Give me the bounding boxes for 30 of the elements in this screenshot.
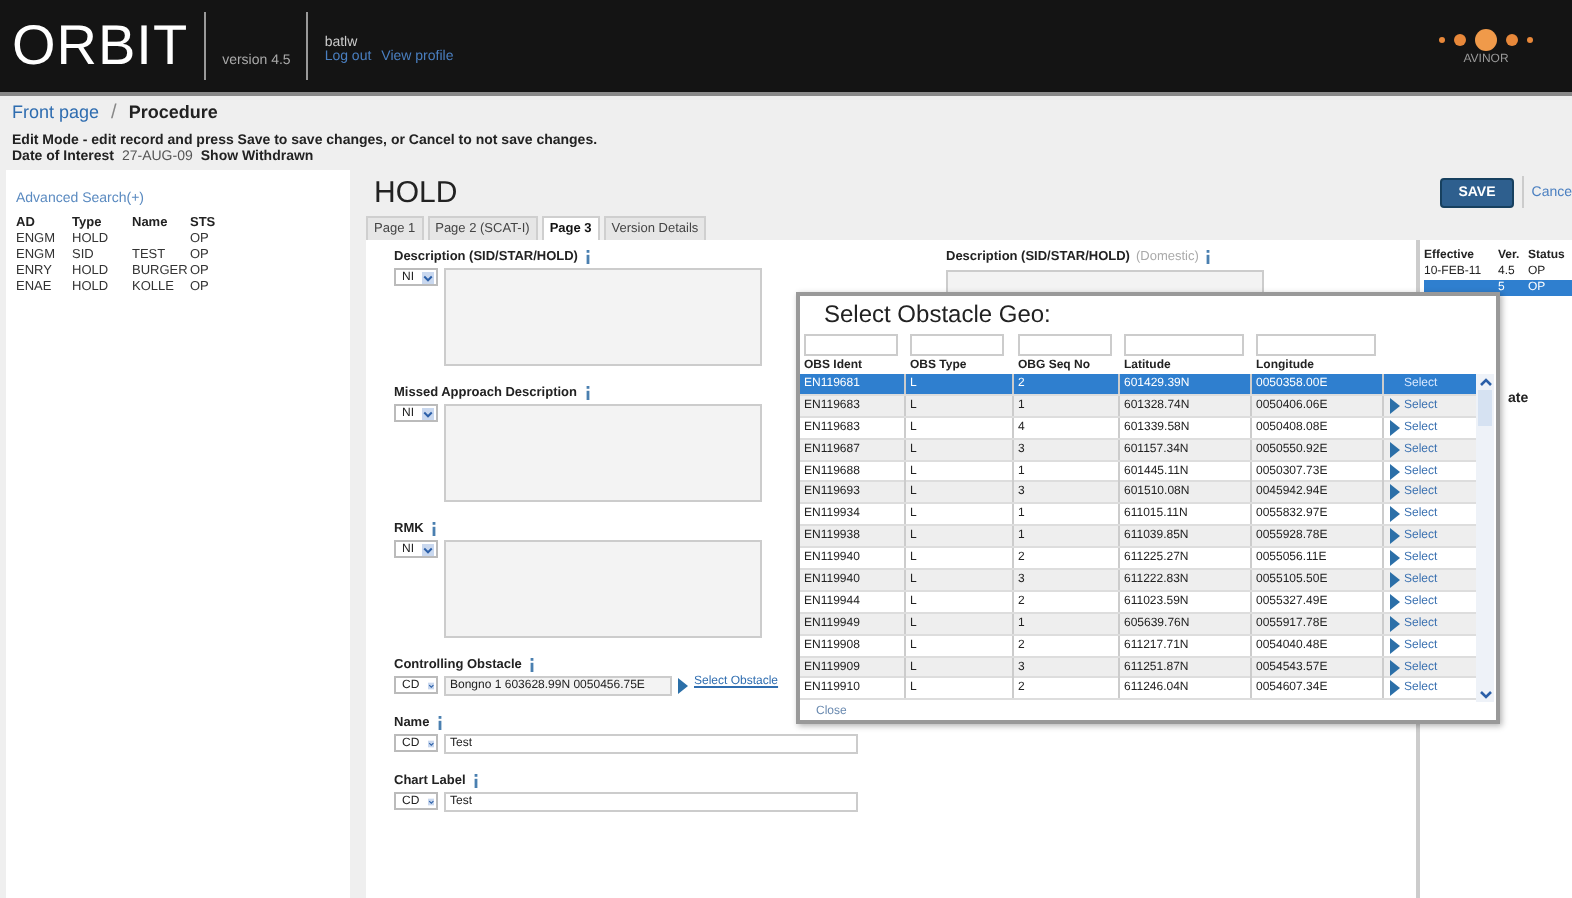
app-logo: ORBIT <box>12 14 189 78</box>
info-icon[interactable] <box>527 658 536 672</box>
scroll-thumb[interactable] <box>1478 390 1492 426</box>
caret-icon <box>422 542 434 558</box>
filter-field[interactable] <box>910 334 1004 356</box>
record-title: HOLD <box>374 175 458 209</box>
breadcrumb-current: Procedure <box>128 102 218 122</box>
caret-icon <box>427 678 434 694</box>
caret-icon <box>422 406 434 422</box>
dots-logo-icon <box>1436 27 1536 51</box>
breadcrumb-link[interactable]: Front page <box>12 102 100 122</box>
caret-icon <box>422 270 434 286</box>
info-icon[interactable] <box>435 716 444 730</box>
filter-field[interactable] <box>1256 334 1376 356</box>
scroll-down-icon[interactable] <box>1477 686 1493 702</box>
breadcrumb-separator: / <box>111 102 117 124</box>
triangle-icon <box>678 678 688 694</box>
info-icon[interactable] <box>583 250 592 264</box>
info-icon[interactable] <box>1204 250 1213 264</box>
info-icon[interactable] <box>583 386 591 400</box>
caret-icon <box>427 794 434 810</box>
scrollbar[interactable] <box>1476 374 1494 702</box>
filter-field[interactable] <box>804 334 898 356</box>
info-icon[interactable] <box>429 522 438 536</box>
dialog-title: Select Obstacle Geo: <box>822 298 1053 330</box>
caret-icon <box>427 736 434 752</box>
info-icon[interactable] <box>471 774 480 788</box>
filter-field[interactable] <box>1018 334 1112 356</box>
scroll-up-icon[interactable] <box>1477 374 1493 390</box>
filter-field[interactable] <box>1124 334 1244 356</box>
